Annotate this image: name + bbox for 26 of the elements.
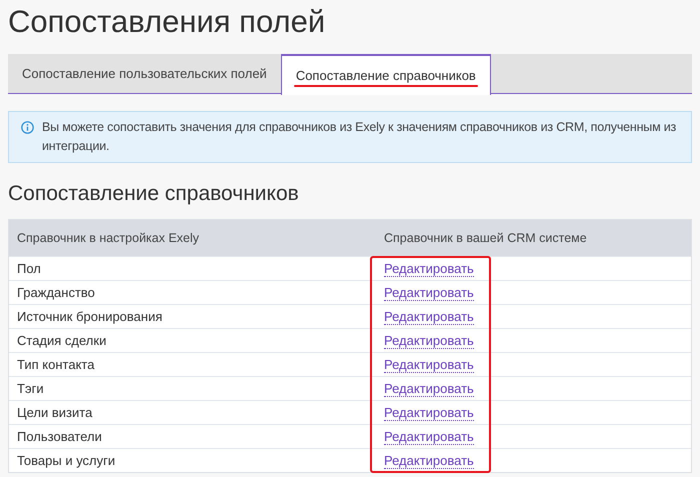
edit-link[interactable]: Редактировать (384, 428, 474, 444)
edit-link[interactable]: Редактировать (384, 332, 474, 348)
section-title: Сопоставление справочников (7, 181, 300, 207)
table-cell-text: Пол (16, 260, 42, 278)
edit-link[interactable]: Редактировать (384, 284, 474, 300)
table-cell-text: Источник бронирования (16, 308, 164, 326)
page-title: Сопоставления полей (7, 3, 326, 41)
edit-link[interactable]: Редактировать (384, 404, 474, 420)
tab[interactable]: Сопоставление пользовательских полей (8, 54, 281, 94)
edit-link[interactable]: Редактировать (384, 452, 474, 468)
table-cell-text: Тип контакта (16, 356, 96, 374)
column-header: Справочник в вашей CRM системе (383, 230, 587, 247)
table-cell-text: Гражданство (16, 284, 96, 302)
info-icon (21, 121, 34, 134)
table-cell-text: Цели визита (16, 404, 94, 422)
info-text: Вы можете сопоставить значения для справочников из Exely к значениям справочников из CRM, полученным из интеграции. (42, 119, 678, 155)
table-cell-text: Пользователи (16, 428, 103, 446)
column-header: Справочник в настройках Exely (16, 230, 200, 247)
tab[interactable]: Сопоставление справочников (280, 54, 491, 95)
table-cell-text: Товары и услуги (16, 452, 116, 470)
edit-link[interactable]: Редактировать (384, 260, 474, 276)
edit-link[interactable]: Редактировать (384, 308, 474, 324)
edit-link[interactable]: Редактировать (384, 380, 474, 396)
table-cell-text: Стадия сделки (16, 332, 108, 350)
edit-link[interactable]: Редактировать (384, 356, 474, 372)
table-cell-text: Тэги (16, 380, 45, 398)
